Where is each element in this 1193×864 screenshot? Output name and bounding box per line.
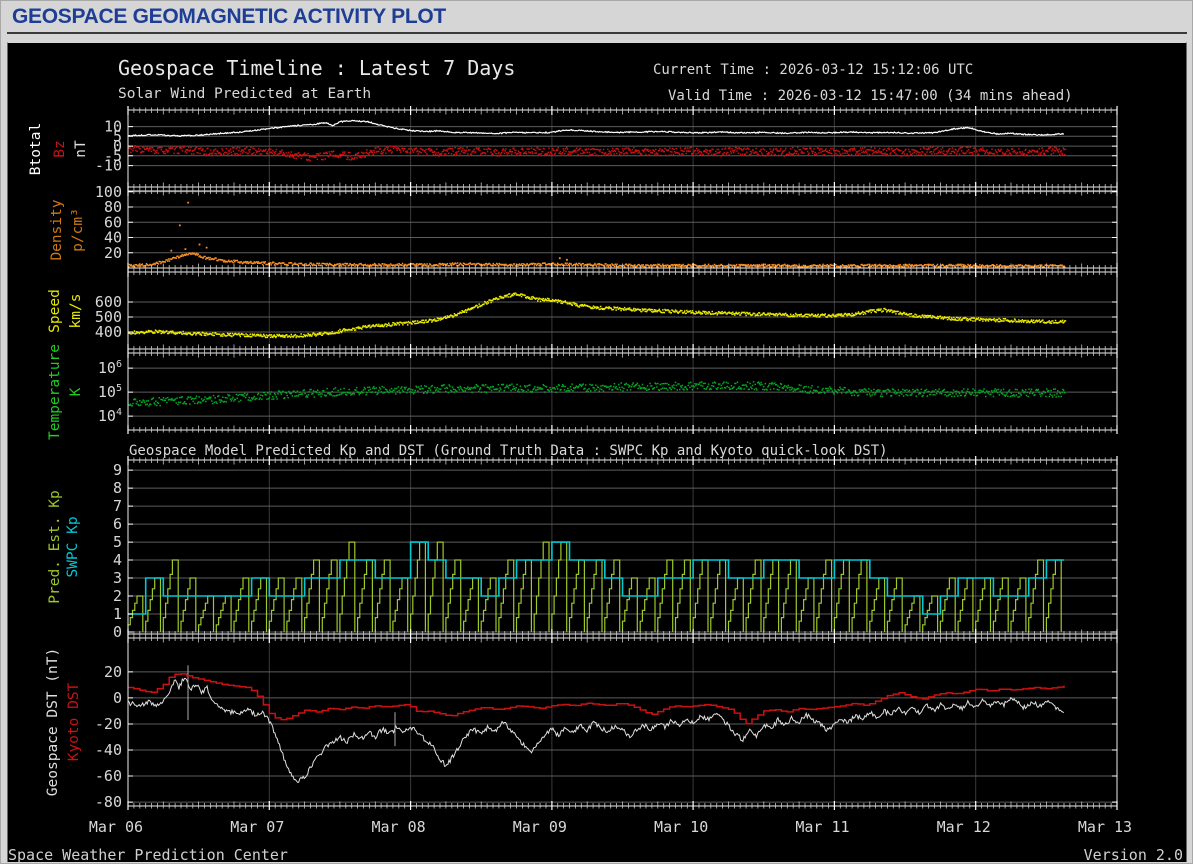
x-tick-label: Mar 07: [230, 818, 285, 836]
svg-text:-10: -10: [95, 157, 122, 175]
svg-text:-60: -60: [95, 767, 122, 785]
svg-text:8: 8: [113, 479, 122, 497]
y-axis-label-kyoto-dst: Kyoto DST: [66, 682, 82, 762]
footer-source-label: Space Weather Prediction Center: [8, 846, 288, 864]
geospace-activity-page: { "header": { "title": "GEOSPACE GEOMAGN…: [0, 0, 1193, 864]
y-axis-label-btotal: Btotal: [28, 122, 44, 175]
current-time-label: Current Time : 2026-03-12 15:12:06 UTC: [653, 62, 974, 78]
y-axis-label-temperature: Temperature: [47, 343, 63, 440]
x-tick-label: Mar 08: [371, 818, 426, 836]
x-tick-label: Mar 11: [795, 818, 850, 836]
svg-text:-20: -20: [95, 715, 122, 733]
svg-text:1: 1: [113, 605, 122, 623]
svg-text:3: 3: [113, 569, 122, 587]
svg-text:2: 2: [113, 587, 122, 605]
plot-title: Geospace Timeline : Latest 7 Days: [118, 56, 516, 80]
svg-text:7: 7: [113, 497, 122, 515]
y-axis-label-swpc-kp: SWPC Kp: [65, 516, 81, 578]
y-axis-label-k: K: [68, 387, 84, 396]
svg-text:-40: -40: [95, 741, 122, 759]
svg-text:0: 0: [113, 689, 122, 707]
x-tick-label: Mar 12: [936, 818, 991, 836]
svg-text:-80: -80: [95, 793, 122, 811]
svg-text:4: 4: [113, 551, 122, 569]
geospace-plot-canvas: 1050-5-101008060402060050040010610510498…: [95, 106, 1118, 811]
solar-wind-subtitle: Solar Wind Predicted at Earth: [118, 86, 372, 102]
svg-text:0: 0: [113, 623, 122, 641]
y-axis-label-bz: Bz: [52, 139, 68, 158]
svg-text:5: 5: [113, 533, 122, 551]
y-axis-label-density: Density: [49, 198, 65, 261]
kp-dst-section-title: Geospace Model Predicted Kp and DST (Gro…: [129, 443, 888, 459]
svg-text:400: 400: [95, 323, 122, 341]
y-axis-label-pred-est-kp: Pred. Est. Kp: [47, 490, 63, 604]
svg-text:6: 6: [113, 515, 122, 533]
svg-text:106: 106: [98, 359, 122, 377]
svg-text:9: 9: [113, 461, 122, 479]
svg-text:20: 20: [104, 663, 122, 681]
y-axis-label-geospace-dst-nt: Geospace DST (nT): [45, 647, 61, 797]
x-tick-label: Mar 10: [654, 818, 709, 836]
svg-text:20: 20: [104, 244, 122, 262]
valid-time-label: Valid Time : 2026-03-12 15:47:00 (34 min…: [668, 88, 1073, 104]
x-tick-label: Mar 06: [88, 818, 144, 836]
footer-version-label: Version 2.0: [1083, 846, 1183, 864]
x-tick-label: Mar 13: [1077, 818, 1133, 836]
y-axis-label-speed: Speed: [47, 288, 63, 333]
y-axis-label-nt: nT: [73, 139, 89, 158]
svg-text:105: 105: [98, 383, 122, 401]
svg-text:104: 104: [98, 407, 122, 425]
y-axis-label-p-cm: p/cm³: [70, 207, 86, 252]
y-axis-label-km-s: km/s: [68, 293, 84, 328]
x-tick-label: Mar 09: [512, 818, 567, 836]
